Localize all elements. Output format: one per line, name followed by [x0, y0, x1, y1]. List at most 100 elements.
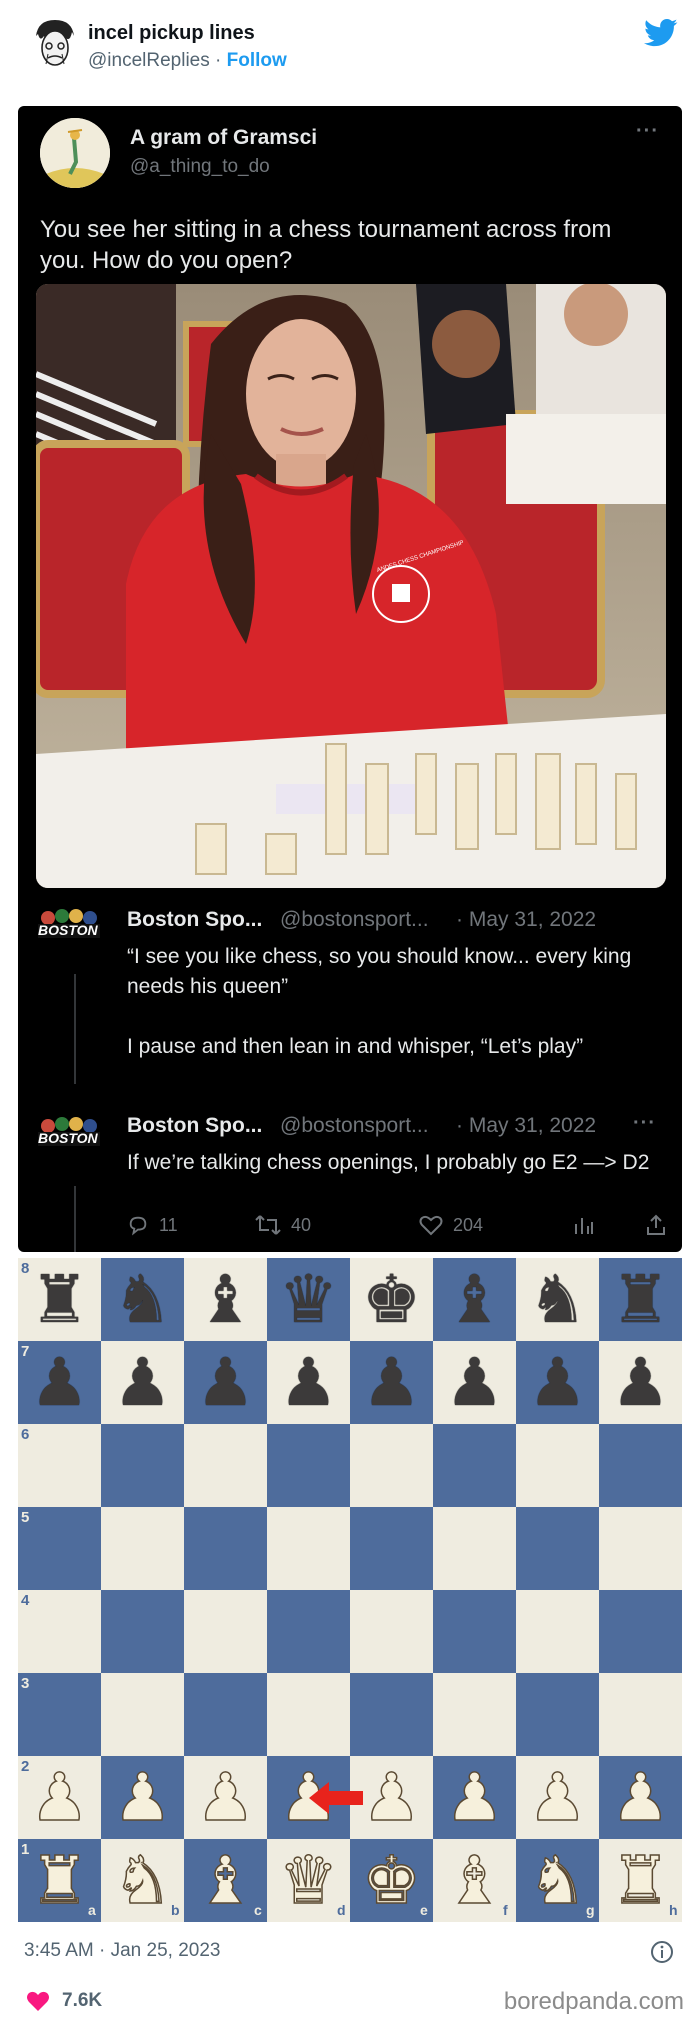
reply-count: 11: [159, 1214, 178, 1235]
file-label: c: [254, 1902, 262, 1918]
file-label: f: [503, 1902, 508, 1918]
heart-filled-icon: [27, 1991, 49, 2011]
like-count: 204: [453, 1214, 484, 1235]
board-square: [101, 1507, 184, 1590]
black-knight-piece: ♞: [527, 1261, 588, 1338]
quoted-author-avatar[interactable]: [40, 118, 110, 188]
action-bar: 11 40 204: [127, 1214, 667, 1244]
reply-icon: [129, 1216, 147, 1236]
black-rook-piece: ♜: [29, 1261, 90, 1338]
watermark: boredpanda.com: [503, 1988, 684, 2015]
reply-avatar-text: BOSTON: [38, 922, 98, 938]
tweet-photo[interactable]: ANDES CHESS CHAMPIONSHIP: [36, 284, 666, 888]
heart-icon: [419, 1215, 443, 1236]
reply-date[interactable]: · May 31, 2022: [456, 1114, 596, 1138]
board-square: [516, 1673, 599, 1756]
reply-avatar-text: BOSTON: [38, 1130, 98, 1146]
black-rook-piece: ♜: [610, 1261, 671, 1338]
reply-author-avatar[interactable]: BOSTON: [34, 908, 104, 956]
reply-author-name[interactable]: Boston Spo...: [127, 908, 262, 932]
rank-label: 6: [21, 1426, 30, 1443]
black-king-piece: ♚: [361, 1261, 422, 1338]
rank-label: 3: [21, 1675, 30, 1692]
tweet-header: incel pickup lines @incelReplies · Follo…: [0, 0, 700, 100]
board-square: [267, 1507, 350, 1590]
thread-connector: [74, 1186, 76, 1252]
board-square: [599, 1507, 682, 1590]
like-action[interactable]: 204: [419, 1214, 483, 1236]
file-label: b: [171, 1902, 180, 1918]
file-label: h: [669, 1902, 678, 1918]
retweet-action[interactable]: 40: [255, 1214, 311, 1236]
twitter-bird-icon[interactable]: [644, 18, 678, 48]
rank-label: 7: [21, 1343, 30, 1360]
board-square: [350, 1673, 433, 1756]
rank-label: 2: [21, 1758, 30, 1775]
more-options-icon[interactable]: ···: [636, 120, 659, 143]
author-handle-row: @incelReplies · Follow: [88, 50, 287, 72]
black-pawn-piece: ♟: [278, 1344, 339, 1421]
white-pawn-piece: ♟: [195, 1758, 256, 1837]
black-pawn-piece: ♟: [29, 1344, 90, 1421]
quoted-author-name[interactable]: A gram of Gramsci: [130, 126, 317, 150]
board-square: [184, 1507, 267, 1590]
share-action[interactable]: [645, 1214, 677, 1236]
board-square: [599, 1590, 682, 1673]
board-square: [18, 1590, 101, 1673]
board-square: [101, 1590, 184, 1673]
black-pawn-piece: ♟: [444, 1344, 505, 1421]
follow-button[interactable]: Follow: [227, 50, 287, 71]
white-pawn-piece: ♟: [29, 1758, 90, 1837]
reply-author-avatar[interactable]: BOSTON: [34, 1116, 104, 1164]
white-pawn-piece: ♟: [527, 1758, 588, 1837]
board-square: [184, 1424, 267, 1507]
analytics-icon: [575, 1218, 593, 1234]
retweet-icon: [255, 1215, 281, 1235]
board-square: [516, 1424, 599, 1507]
board-square: [18, 1507, 101, 1590]
author-handle[interactable]: @incelReplies: [88, 50, 210, 71]
author-name[interactable]: incel pickup lines: [88, 22, 255, 45]
reply-author-handle[interactable]: @bostonsport...: [280, 908, 429, 932]
board-square: [599, 1424, 682, 1507]
quoted-tweet-card[interactable]: A gram of Gramsci @a_thing_to_do ··· You…: [18, 106, 682, 1252]
reply-action[interactable]: 11: [127, 1214, 178, 1236]
board-square: [350, 1590, 433, 1673]
reply-text-line: If we’re talking chess openings, I proba…: [127, 1151, 650, 1174]
quoted-tweet-text: You see her sitting in a chess tournamen…: [40, 216, 612, 274]
board-square: [18, 1673, 101, 1756]
chess-board-image[interactable]: ♜ ♞ ♝ ♛ ♚ ♝ ♞ ♜ 8 ♟ ♟ ♟ ♟ ♟ ♟ ♟ ♟ 7 6 5 4 3 ♟ ♟ ♟ ♟ ♟ ♟ ♟ ♟ 2 ♜ ♞ ♝ ♛ ♚ ♝ ♞ ♜ 1…: [17, 1257, 682, 1922]
reply-date[interactable]: · May 31, 2022: [456, 908, 596, 932]
board-square: [599, 1673, 682, 1756]
board-square: [184, 1590, 267, 1673]
reply-text: If we’re talking chess openings, I proba…: [127, 1148, 657, 1178]
reply-text: “I see you like chess, so you should kno…: [127, 942, 657, 1062]
rank-label: 5: [21, 1509, 30, 1526]
black-pawn-piece: ♟: [527, 1344, 588, 1421]
author-avatar[interactable]: [26, 14, 84, 72]
board-square: [101, 1673, 184, 1756]
black-knight-piece: ♞: [112, 1261, 173, 1338]
board-square: [350, 1424, 433, 1507]
reply-author-name[interactable]: Boston Spo...: [127, 1114, 262, 1138]
quoted-author-handle[interactable]: @a_thing_to_do: [130, 156, 270, 178]
reply-text-line: I pause and then lean in and whisper, “L…: [127, 1035, 584, 1058]
separator-dot: ·: [215, 50, 222, 71]
more-options-icon[interactable]: ···: [633, 1112, 656, 1135]
file-label: d: [337, 1902, 346, 1918]
board-square: [101, 1424, 184, 1507]
black-bishop-piece: ♝: [444, 1261, 505, 1338]
rank-label: 4: [21, 1592, 30, 1609]
likes-row[interactable]: 7.6K: [26, 1990, 102, 2012]
board-square: [184, 1673, 267, 1756]
board-square: [433, 1590, 516, 1673]
reply-author-handle[interactable]: @bostonsport...: [280, 1114, 429, 1138]
info-icon[interactable]: [650, 1940, 674, 1964]
share-icon: [647, 1214, 665, 1235]
tweet-timestamp[interactable]: 3:45 AM · Jan 25, 2023: [24, 1940, 220, 1962]
board-square: [350, 1507, 433, 1590]
board-square: [18, 1424, 101, 1507]
black-queen-piece: ♛: [278, 1261, 339, 1338]
board-square: [267, 1424, 350, 1507]
analytics-action[interactable]: [573, 1214, 605, 1236]
